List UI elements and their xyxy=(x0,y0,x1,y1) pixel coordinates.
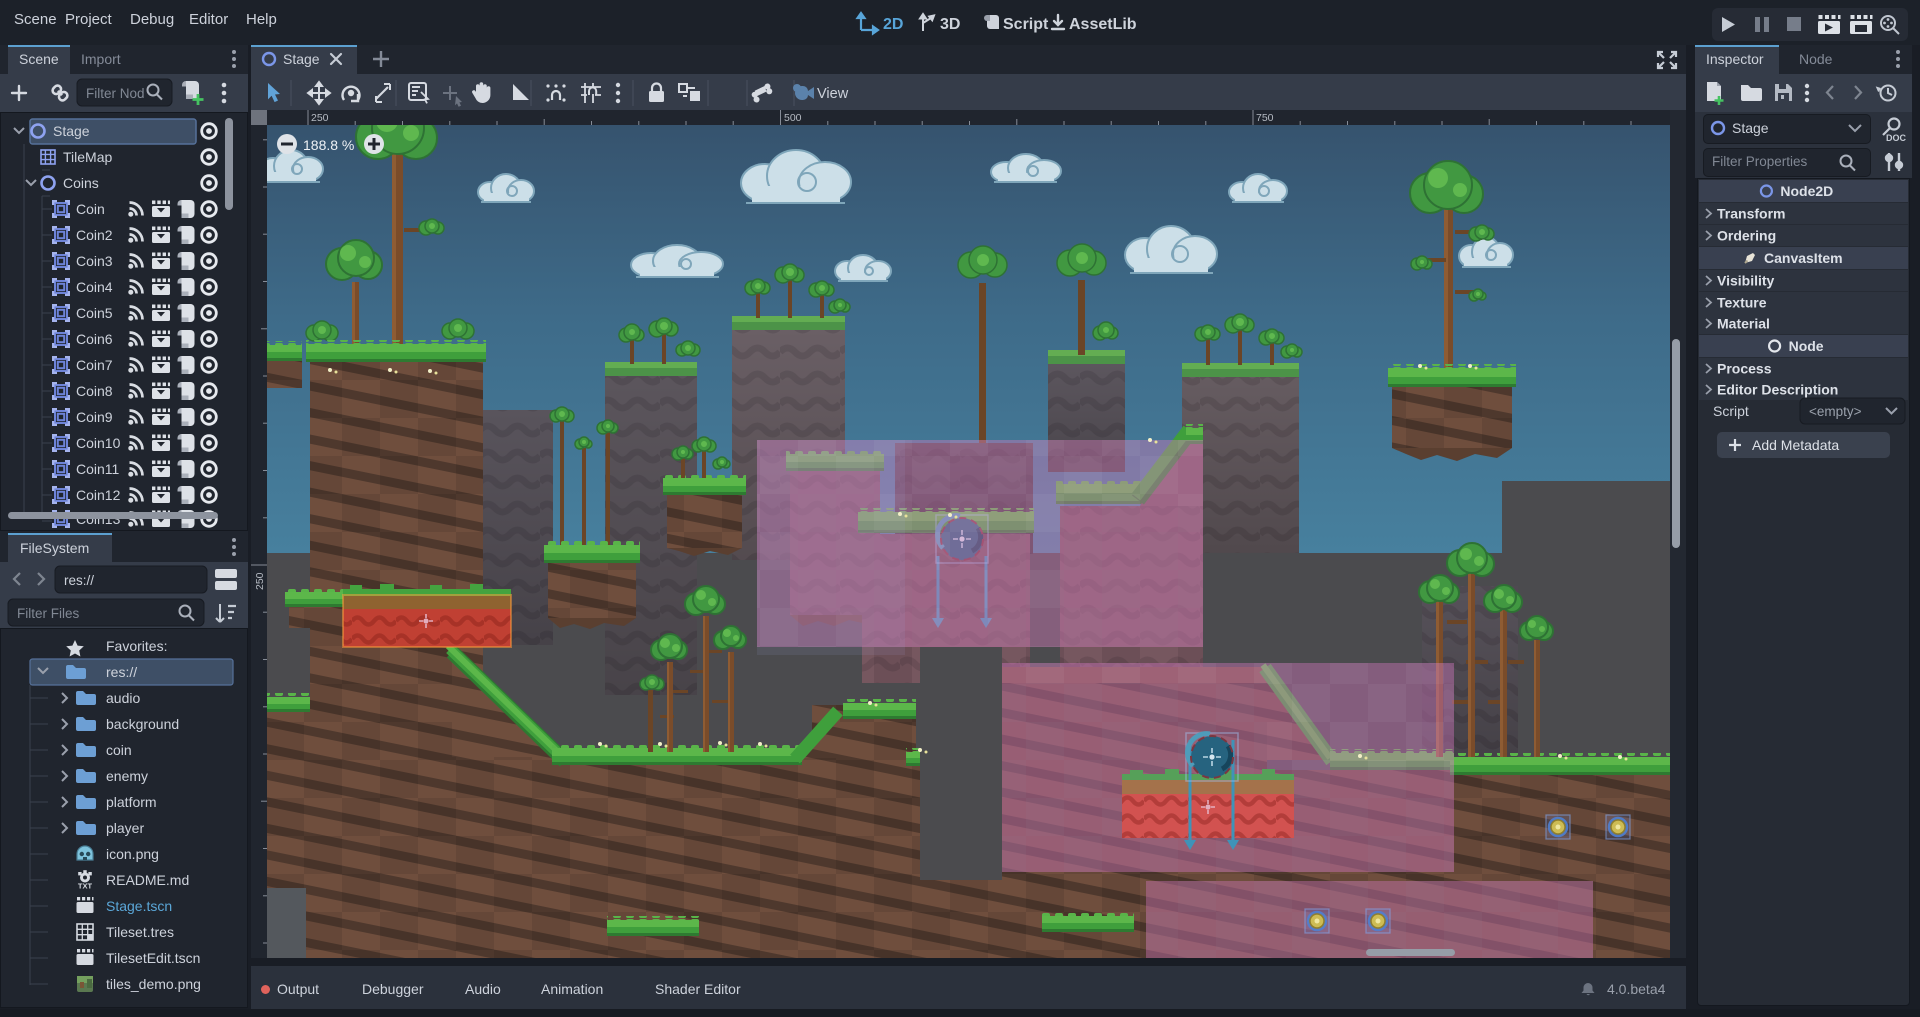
svg-text:View: View xyxy=(817,86,849,102)
svg-text:Coin7: Coin7 xyxy=(76,357,113,373)
svg-text:3D: 3D xyxy=(940,16,960,33)
svg-text:Ordering: Ordering xyxy=(1717,228,1776,244)
svg-text:audio: audio xyxy=(106,690,140,706)
svg-text:Stage: Stage xyxy=(53,123,90,139)
svg-text:Coin2: Coin2 xyxy=(76,227,113,243)
svg-text:Coin9: Coin9 xyxy=(76,409,113,425)
svg-text:Visibility: Visibility xyxy=(1717,273,1775,289)
svg-text:README.md: README.md xyxy=(106,872,189,888)
svg-text:Stage.tscn: Stage.tscn xyxy=(106,898,172,914)
svg-text:Editor Description: Editor Description xyxy=(1717,382,1838,398)
svg-text:188.8 %: 188.8 % xyxy=(303,137,354,153)
svg-text:250: 250 xyxy=(254,572,266,590)
svg-text:res://: res:// xyxy=(106,664,137,680)
svg-text:Stage: Stage xyxy=(283,51,320,67)
svg-text:Script: Script xyxy=(1713,403,1749,419)
svg-text:2D: 2D xyxy=(883,16,903,33)
svg-text:Process: Process xyxy=(1717,361,1772,377)
svg-text:platform: platform xyxy=(106,794,157,810)
svg-text:Node2D: Node2D xyxy=(1780,183,1833,199)
svg-text:background: background xyxy=(106,716,179,732)
svg-text:Script: Script xyxy=(1003,16,1049,33)
svg-text:Coin11: Coin11 xyxy=(76,461,120,477)
svg-text:TileMap: TileMap xyxy=(63,149,112,165)
svg-text:Coin: Coin xyxy=(76,201,105,217)
svg-text:Texture: Texture xyxy=(1717,295,1767,311)
svg-text:Filter Files: Filter Files xyxy=(17,606,80,621)
svg-text:tiles_demo.png: tiles_demo.png xyxy=(106,976,201,992)
svg-text:Material: Material xyxy=(1717,316,1770,332)
svg-text:<empty>: <empty> xyxy=(1809,404,1862,419)
svg-text:player: player xyxy=(106,820,144,836)
svg-text:Coin5: Coin5 xyxy=(76,305,113,321)
svg-text:Favorites:: Favorites: xyxy=(106,638,167,654)
svg-text:Coin10: Coin10 xyxy=(76,435,121,451)
svg-text:icon.png: icon.png xyxy=(106,846,159,862)
svg-text:Node: Node xyxy=(1789,338,1824,354)
svg-text:Filter Nod: Filter Nod xyxy=(86,86,145,101)
svg-text:TXT: TXT xyxy=(78,882,93,891)
svg-text:750: 750 xyxy=(1256,112,1274,124)
svg-text:500: 500 xyxy=(784,112,802,124)
svg-text:Coin3: Coin3 xyxy=(76,253,113,269)
svg-text:Coins: Coins xyxy=(63,175,99,191)
svg-text:coin: coin xyxy=(106,742,132,758)
svg-text:enemy: enemy xyxy=(106,768,148,784)
svg-text:Tileset.tres: Tileset.tres xyxy=(106,924,174,940)
svg-text:Transform: Transform xyxy=(1717,206,1785,222)
svg-text:res://: res:// xyxy=(64,573,94,588)
svg-text:CanvasItem: CanvasItem xyxy=(1764,250,1843,266)
svg-text:Coin8: Coin8 xyxy=(76,383,113,399)
svg-text:Coin6: Coin6 xyxy=(76,331,113,347)
svg-text:250: 250 xyxy=(311,112,329,124)
svg-text:Coin12: Coin12 xyxy=(76,487,121,503)
svg-text:DOC: DOC xyxy=(1886,133,1907,143)
svg-text:AssetLib: AssetLib xyxy=(1069,16,1137,33)
svg-text:Stage: Stage xyxy=(1732,120,1769,136)
svg-text:Coin4: Coin4 xyxy=(76,279,113,295)
svg-text:TilesetEdit.tscn: TilesetEdit.tscn xyxy=(106,950,200,966)
svg-text:Add Metadata: Add Metadata xyxy=(1752,437,1839,453)
